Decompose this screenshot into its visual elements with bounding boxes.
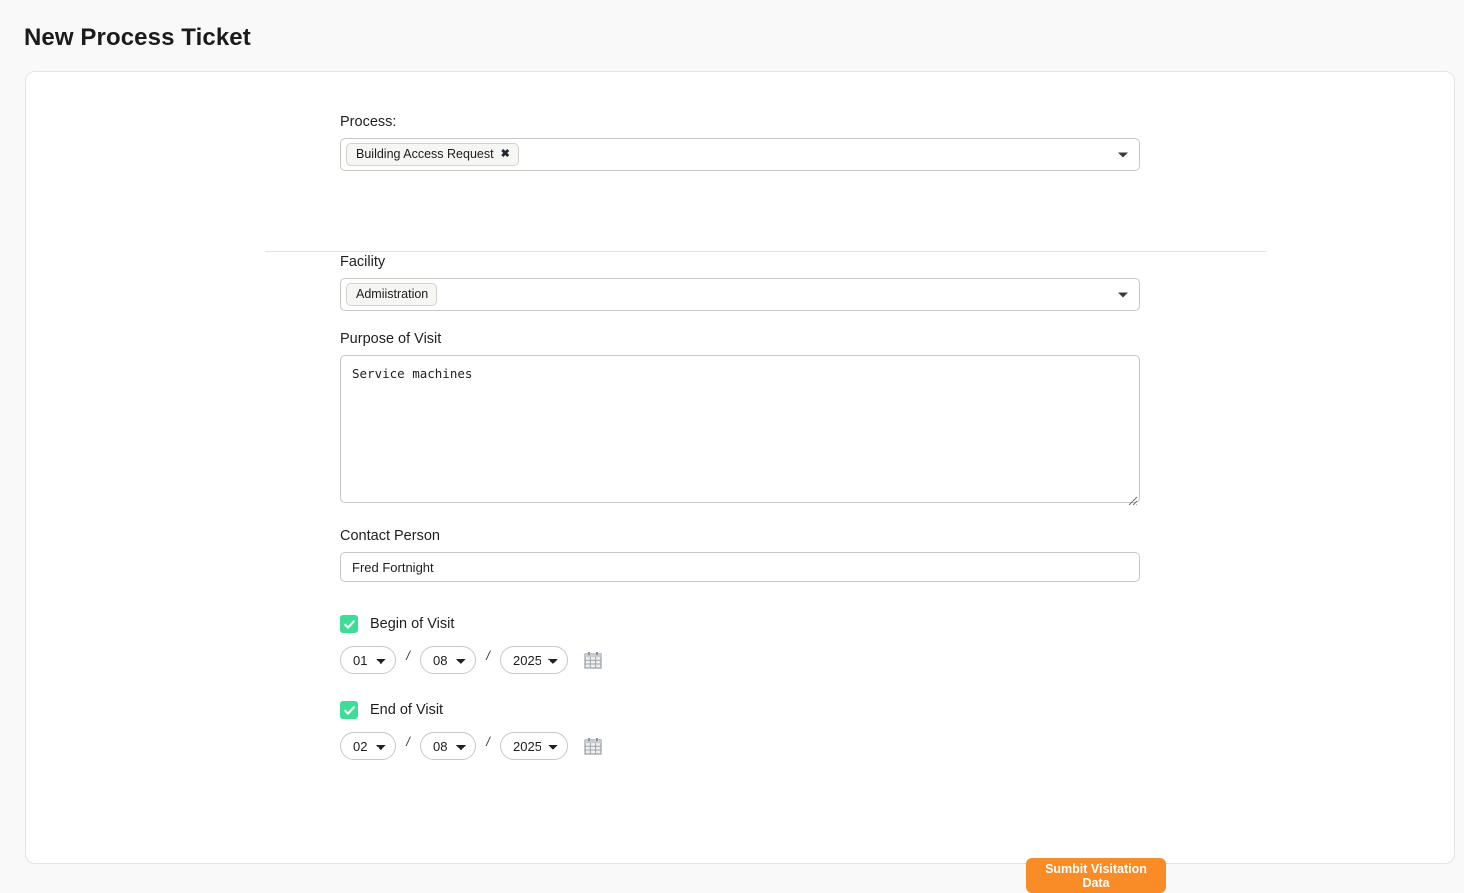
end-month-select[interactable]: 02: [340, 732, 396, 760]
page-title: New Process Ticket: [24, 24, 251, 52]
process-select[interactable]: Building Access Request ✖: [340, 138, 1140, 171]
calendar-icon[interactable]: [584, 737, 602, 755]
end-of-visit-check-row: End of Visit: [340, 701, 1166, 719]
chevron-down-icon[interactable]: [1118, 152, 1128, 157]
end-of-visit-group: End of Visit 02 / 08 / 2025: [340, 701, 1166, 760]
begin-of-visit-label: Begin of Visit: [370, 615, 454, 633]
purpose-textarea-wrapper: Service machines: [340, 355, 1140, 508]
check-icon: [343, 704, 356, 717]
submit-button-line1: Sumbit Visitation: [1045, 862, 1147, 876]
end-year-select[interactable]: 2025: [500, 732, 568, 760]
facility-tag[interactable]: Admiistration: [346, 283, 437, 306]
process-tag[interactable]: Building Access Request ✖: [346, 143, 519, 166]
end-of-visit-label: End of Visit: [370, 701, 443, 719]
form-area: Process: Building Access Request ✖ Facil…: [340, 113, 1166, 760]
end-day-select[interactable]: 08: [420, 732, 476, 760]
begin-of-visit-group: Begin of Visit 01 / 08 / 2025: [340, 615, 1166, 674]
process-tag-label: Building Access Request: [356, 147, 494, 162]
end-of-visit-date-row: 02 / 08 / 2025: [340, 732, 1166, 760]
contact-label: Contact Person: [340, 527, 1166, 545]
process-label: Process:: [340, 113, 1166, 131]
purpose-field-group: Purpose of Visit Service machines: [340, 330, 1166, 508]
purpose-textarea[interactable]: Service machines: [340, 355, 1140, 503]
purpose-label: Purpose of Visit: [340, 330, 1166, 348]
chevron-down-icon[interactable]: [1118, 292, 1128, 297]
submit-visitation-data-button[interactable]: Sumbit Visitation Data: [1026, 858, 1166, 893]
begin-of-visit-date-row: 01 / 08 / 2025: [340, 646, 1166, 674]
form-card: Process: Building Access Request ✖ Facil…: [25, 71, 1455, 864]
begin-of-visit-check-row: Begin of Visit: [340, 615, 1166, 633]
facility-field-group: Facility Admiistration: [340, 253, 1166, 311]
date-separator: /: [396, 734, 420, 758]
calendar-icon[interactable]: [584, 651, 602, 669]
date-separator: /: [476, 648, 500, 672]
begin-of-visit-checkbox[interactable]: [340, 615, 358, 633]
date-separator: /: [476, 734, 500, 758]
date-separator: /: [396, 648, 420, 672]
facility-select[interactable]: Admiistration: [340, 278, 1140, 311]
facility-tag-label: Admiistration: [356, 287, 428, 302]
begin-month-select[interactable]: 01: [340, 646, 396, 674]
begin-day-select[interactable]: 08: [420, 646, 476, 674]
close-icon[interactable]: ✖: [501, 149, 510, 160]
submit-button-line2: Data: [1082, 876, 1109, 890]
check-icon: [343, 618, 356, 631]
process-field-group: Process: Building Access Request ✖: [340, 113, 1166, 171]
contact-person-input[interactable]: [340, 552, 1140, 582]
contact-field-group: Contact Person: [340, 527, 1166, 582]
end-of-visit-checkbox[interactable]: [340, 701, 358, 719]
begin-year-select[interactable]: 2025: [500, 646, 568, 674]
facility-label: Facility: [340, 253, 1166, 271]
